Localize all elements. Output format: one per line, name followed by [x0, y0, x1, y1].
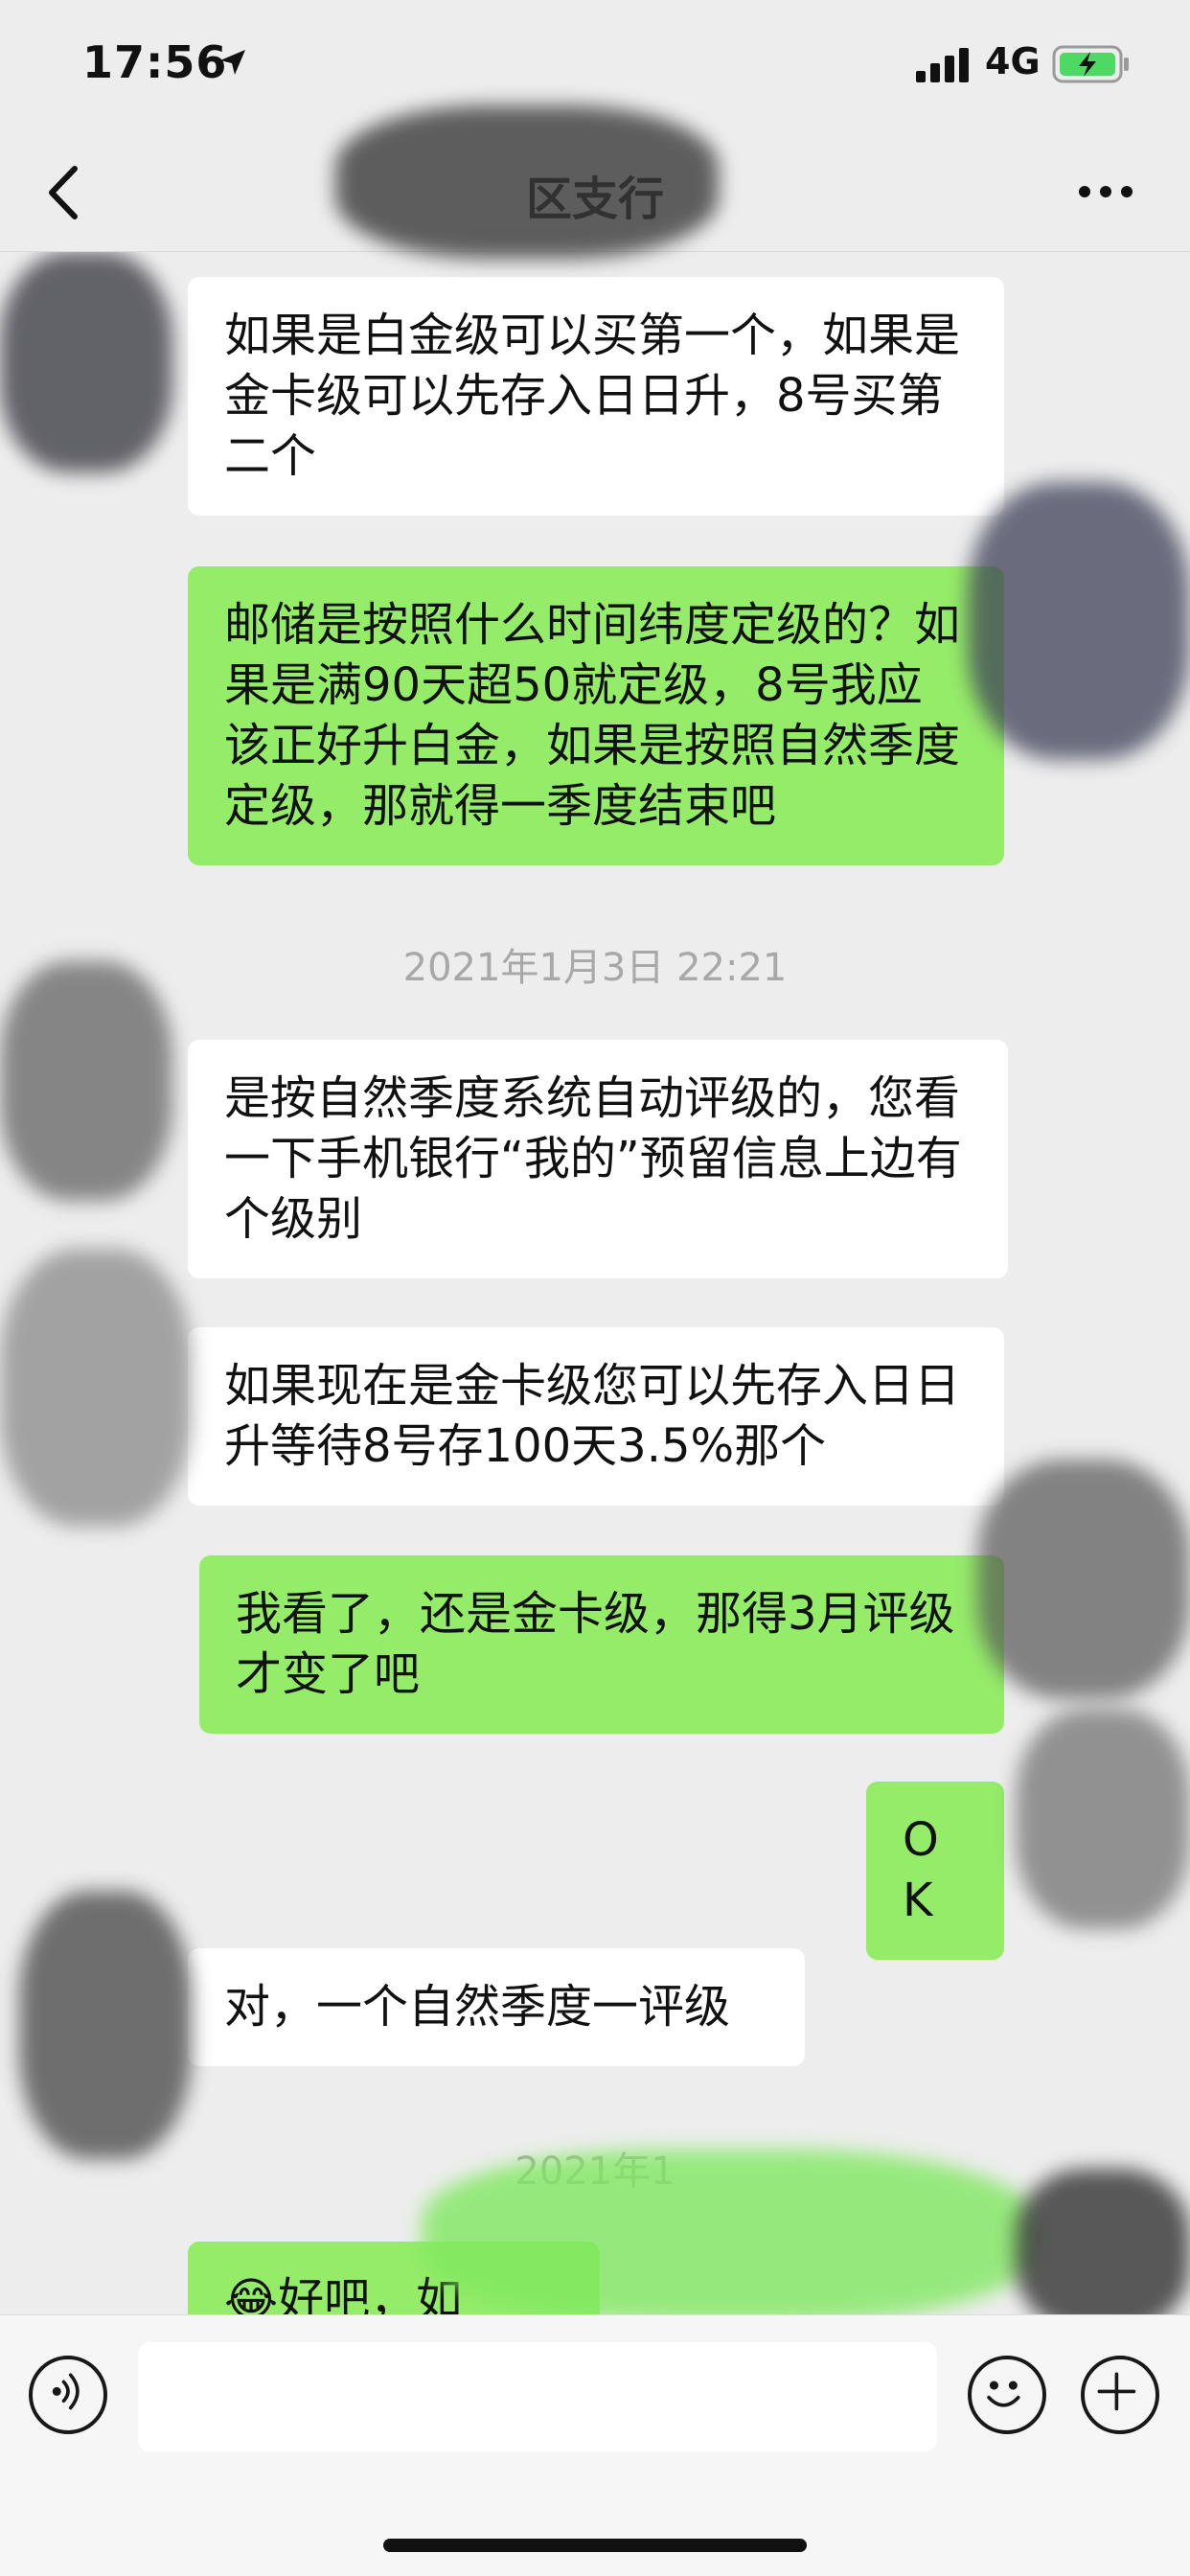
chat-title: 区支行	[525, 172, 664, 226]
message-list[interactable]: 如果是白金级可以买第一个，如果是金卡级可以先存入日日升，8号买第二个 邮储是按照…	[0, 252, 1190, 2314]
redaction-scribble	[977, 1460, 1190, 1699]
redaction-scribble	[0, 961, 172, 1201]
smiley-icon	[987, 2380, 1020, 2407]
network-type: 4G	[985, 40, 1041, 82]
message-bubble-outgoing[interactable]: 邮储是按照什么时间纬度定级的？如果是满90天超50就定级，8号我应该正好升白金，…	[188, 566, 1004, 865]
message-bubble-outgoing[interactable]: 我看了，还是金卡级，那得3月评级才变了吧	[199, 1555, 1004, 1734]
status-time: 17:56	[82, 36, 228, 88]
message-bubble-incoming[interactable]: 是按自然季度系统自动评级的，您看一下手机银行“我的”预留信息上边有个级别	[188, 1040, 1008, 1278]
message-input[interactable]	[138, 2342, 937, 2451]
message-bubble-incoming[interactable]: 如果现在是金卡级您可以先存入日日升等待8号存100天3.5%那个	[188, 1327, 1004, 1506]
status-bar: 17:56 4G	[0, 0, 1190, 134]
back-chevron-icon[interactable]	[42, 161, 84, 224]
redaction-scribble	[1016, 1709, 1190, 1929]
chat-header: 区支行	[0, 134, 1190, 251]
redaction-scribble	[0, 252, 172, 472]
voice-wave-icon	[52, 2373, 80, 2410]
home-indicator[interactable]	[383, 2539, 807, 2552]
battery-charging-icon	[1052, 45, 1129, 83]
message-timestamp: 2021年1月3日 22:21	[402, 946, 788, 990]
redaction-scribble	[0, 1249, 192, 1527]
message-bubble-outgoing[interactable]: 😂好吧，如	[188, 2242, 600, 2314]
plus-icon	[1097, 2372, 1136, 2411]
message-bubble-outgoing[interactable]: OK	[866, 1782, 1004, 1960]
more-functions-button[interactable]	[1081, 2356, 1159, 2434]
voice-input-button[interactable]	[29, 2356, 107, 2434]
redaction-scribble	[19, 1891, 192, 2159]
location-arrow-icon	[220, 50, 245, 75]
message-timestamp: 2021年1	[515, 2150, 675, 2194]
message-bubble-incoming[interactable]: 对，一个自然季度一评级	[188, 1948, 805, 2066]
input-bar	[0, 2314, 1190, 2576]
message-bubble-incoming[interactable]: 如果是白金级可以买第一个，如果是金卡级可以先存入日日升，8号买第二个	[188, 277, 1004, 516]
signal-bars-icon	[916, 48, 969, 82]
more-options-icon[interactable]	[1077, 182, 1134, 201]
emoji-button[interactable]	[968, 2356, 1046, 2434]
